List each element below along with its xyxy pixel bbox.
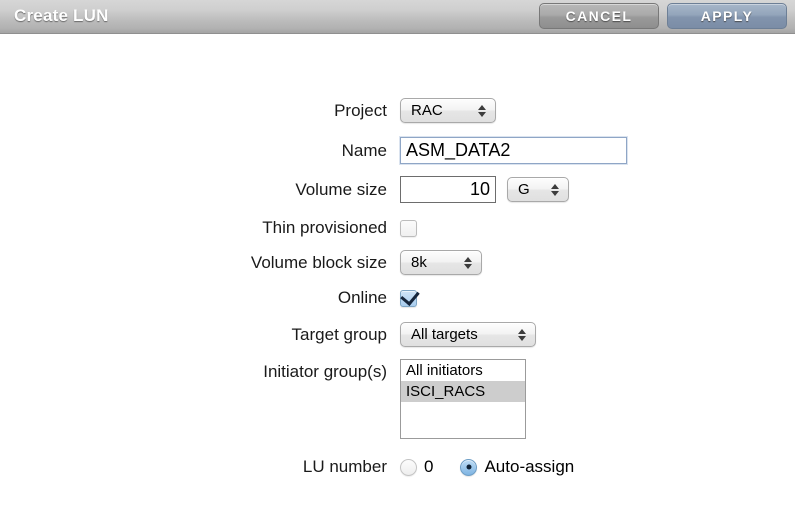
volume-size-label: Volume size	[295, 179, 387, 199]
row-volume-size: Volume size G	[0, 176, 795, 203]
target-group-select[interactable]: All targets	[400, 322, 536, 347]
volume-block-size-label: Volume block size	[250, 252, 387, 272]
thin-provisioned-label: Thin provisioned	[262, 218, 387, 237]
dialog-titlebar: Create LUN CANCEL APPLY	[0, 0, 795, 34]
list-item[interactable]: All initiators	[401, 360, 525, 381]
volume-size-unit-select[interactable]: G	[507, 177, 569, 202]
name-label: Name	[341, 140, 387, 160]
initiator-groups-listbox[interactable]: All initiators ISCI_RACS	[400, 359, 526, 439]
name-field	[400, 137, 795, 164]
chevron-updown-icon	[464, 255, 473, 271]
row-online: Online	[0, 285, 795, 308]
lu-number-radio-manual-label[interactable]: 0	[424, 457, 433, 477]
project-label: Project	[334, 100, 387, 120]
apply-button[interactable]: APPLY	[667, 3, 787, 29]
lu-number-radio-group: 0 Auto-assign	[400, 457, 574, 477]
volume-size-field: G	[400, 176, 795, 203]
online-field	[400, 285, 795, 307]
lu-number-radio-auto[interactable]	[460, 458, 478, 476]
row-thin-provisioned: Thin provisioned	[0, 218, 795, 238]
online-checkbox[interactable]	[400, 285, 420, 307]
lu-number-radio-auto-label[interactable]: Auto-assign	[484, 457, 574, 477]
project-field: RAC	[400, 98, 795, 123]
row-volume-block-size: Volume block size 8k	[0, 250, 795, 275]
cancel-button[interactable]: CANCEL	[539, 3, 659, 29]
target-group-label: Target group	[291, 324, 387, 344]
create-lun-dialog: Create LUN CANCEL APPLY Project RAC Name	[0, 0, 795, 511]
volume-size-input[interactable]	[400, 176, 496, 203]
volume-block-size-field: 8k	[400, 250, 795, 275]
list-item[interactable]: ISCI_RACS	[401, 381, 525, 402]
target-group-field: All targets	[400, 322, 795, 347]
row-target-group: Target group All targets	[0, 322, 795, 347]
row-initiator-groups: Initiator group(s) All initiators ISCI_R…	[0, 359, 795, 439]
checkmark-icon	[400, 285, 420, 306]
lu-number-label: LU number	[302, 457, 387, 476]
project-select[interactable]: RAC	[400, 98, 496, 123]
volume-block-size-select[interactable]: 8k	[400, 250, 482, 275]
lu-number-radio-manual[interactable]	[400, 458, 417, 476]
thin-provisioned-field	[400, 219, 795, 237]
thin-provisioned-checkbox[interactable]	[400, 219, 417, 237]
radio-dot-icon	[466, 464, 472, 470]
titlebar-actions: CANCEL APPLY	[539, 3, 787, 29]
row-project: Project RAC	[0, 98, 795, 123]
chevron-updown-icon	[551, 182, 560, 198]
chevron-updown-icon	[478, 103, 487, 119]
initiator-groups-field: All initiators ISCI_RACS	[400, 359, 795, 439]
initiator-groups-label: Initiator group(s)	[263, 362, 387, 381]
volume-block-size-value: 8k	[411, 254, 427, 271]
name-input[interactable]	[400, 137, 627, 164]
project-select-value: RAC	[411, 102, 443, 119]
online-label: Online	[337, 288, 387, 307]
dialog-title: Create LUN	[14, 6, 109, 25]
row-name: Name	[0, 137, 795, 164]
chevron-updown-icon	[518, 327, 527, 343]
volume-size-unit-value: G	[518, 181, 530, 198]
lu-number-field: 0 Auto-assign	[400, 457, 795, 477]
target-group-value: All targets	[411, 326, 478, 343]
row-lu-number: LU number 0 Auto-assign	[0, 457, 795, 477]
